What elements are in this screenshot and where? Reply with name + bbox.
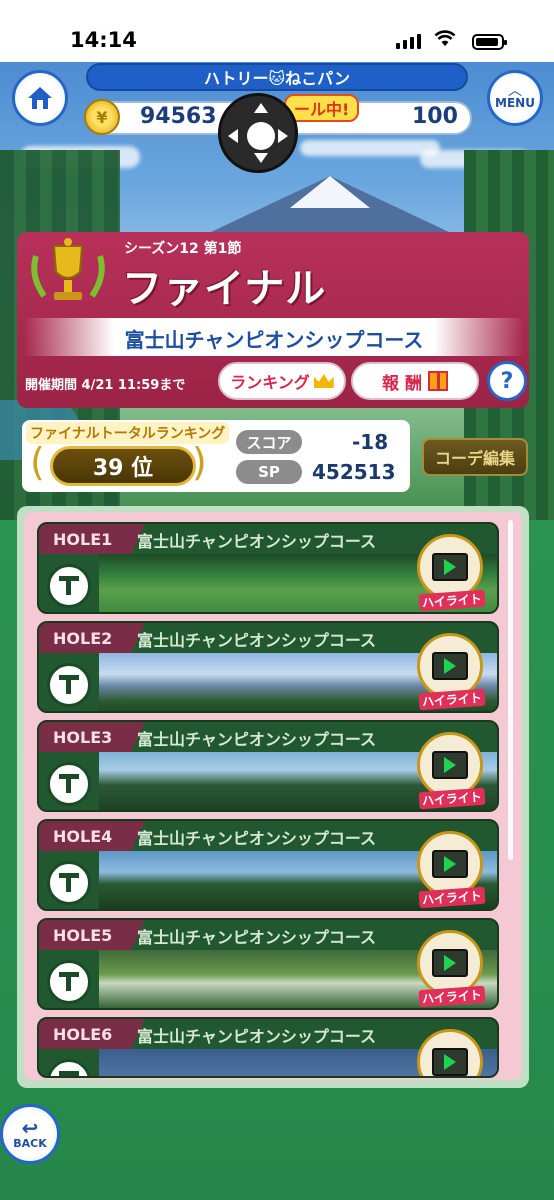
mount-fuji-snowcap [290, 176, 370, 208]
play-icon [432, 553, 468, 581]
hole-course-name: 富士山チャンピオンシップコース [137, 928, 377, 947]
hole-number: HOLE2 [39, 623, 145, 653]
hole-row-6[interactable]: HOLE6 富士山チャンピオンシップコース [37, 1017, 499, 1078]
season-label: シーズン12 第1節 [124, 241, 242, 257]
help-button[interactable]: ? [487, 361, 527, 401]
reward-button-label: 報 酬 [382, 373, 422, 394]
ranking-button[interactable]: ランキング [218, 362, 346, 400]
score-label: スコア [236, 430, 302, 454]
coin-count: 94563 [140, 104, 217, 129]
laurel-left-icon: ( [30, 440, 45, 484]
status-bar: 14:14 [0, 0, 554, 62]
tee-icon [47, 663, 91, 707]
hole-row-5[interactable]: HOLE5 富士山チャンピオンシップコース ハイライト [37, 918, 499, 1010]
highlight-button[interactable] [417, 1029, 483, 1076]
hole-row-1[interactable]: HOLE1 富士山チャンピオンシップコース ハイライト [37, 522, 499, 614]
hole-row-3[interactable]: HOLE3 富士山チャンピオンシップコース ハイライト [37, 720, 499, 812]
hole-row-2[interactable]: HOLE2 富士山チャンピオンシップコース ハイライト [37, 621, 499, 713]
gem-count: 100 [412, 104, 458, 129]
hole-number: HOLE3 [39, 722, 145, 752]
signal-icon [396, 34, 421, 49]
tee-icon [47, 762, 91, 806]
home-icon [28, 87, 52, 109]
hole-number: HOLE5 [39, 920, 145, 950]
gift-icon [427, 371, 448, 391]
menu-button[interactable]: ︿ MENU [487, 70, 543, 126]
wifi-icon [434, 30, 456, 52]
event-title: ファイナル [122, 266, 327, 312]
back-button[interactable]: ↩ BACK [0, 1104, 60, 1164]
hole-course-name: 富士山チャンピオンシップコース [137, 1027, 377, 1046]
menu-label: MENU [495, 96, 535, 110]
score-value: -18 [352, 430, 389, 454]
play-icon [432, 1048, 468, 1076]
home-button[interactable] [12, 70, 68, 126]
hole-course-name: 富士山チャンピオンシップコース [137, 829, 377, 848]
hole-row-4[interactable]: HOLE4 富士山チャンピオンシップコース ハイライト [37, 819, 499, 911]
play-icon [432, 751, 468, 779]
coordinate-edit-button[interactable]: コーデ編集 [422, 438, 528, 476]
course-name: 富士山チャンピオンシップコース [124, 328, 424, 352]
play-icon [432, 850, 468, 878]
tee-icon [47, 960, 91, 1004]
hole-course-name: 富士山チャンピオンシップコース [137, 730, 377, 749]
dpad-icon[interactable] [218, 93, 298, 173]
rank-value: 39 位 [50, 446, 196, 486]
hole-number: HOLE4 [39, 821, 145, 851]
cloud [300, 140, 440, 156]
back-label: BACK [13, 1136, 47, 1150]
hole-number: HOLE1 [39, 524, 145, 554]
hole-course-name: 富士山チャンピオンシップコース [137, 631, 377, 650]
tee-icon [47, 861, 91, 905]
scrollbar[interactable] [508, 520, 513, 860]
hole-course-name: 富士山チャンピオンシップコース [137, 532, 377, 551]
tee-icon [47, 1059, 91, 1076]
reward-button[interactable]: 報 酬 [351, 362, 479, 400]
sp-value: 452513 [312, 460, 396, 484]
play-icon [432, 652, 468, 680]
player-name: ハトリー🐱ねこパン [86, 63, 468, 91]
crown-icon [313, 374, 334, 388]
sp-label: SP [236, 460, 302, 484]
back-arrow-icon: ↩ [21, 1115, 39, 1140]
event-period: 開催期間 4/21 11:59まで [25, 378, 186, 393]
clock: 14:14 [70, 28, 137, 52]
tee-icon [47, 564, 91, 608]
chevron-icon: ︿ [508, 83, 522, 99]
coin-icon: ¥ [84, 99, 120, 135]
trophy-icon [31, 238, 105, 300]
hole-number: HOLE6 [39, 1019, 145, 1049]
play-icon [432, 949, 468, 977]
ranking-button-label: ランキング [230, 373, 310, 392]
battery-icon [472, 34, 507, 50]
